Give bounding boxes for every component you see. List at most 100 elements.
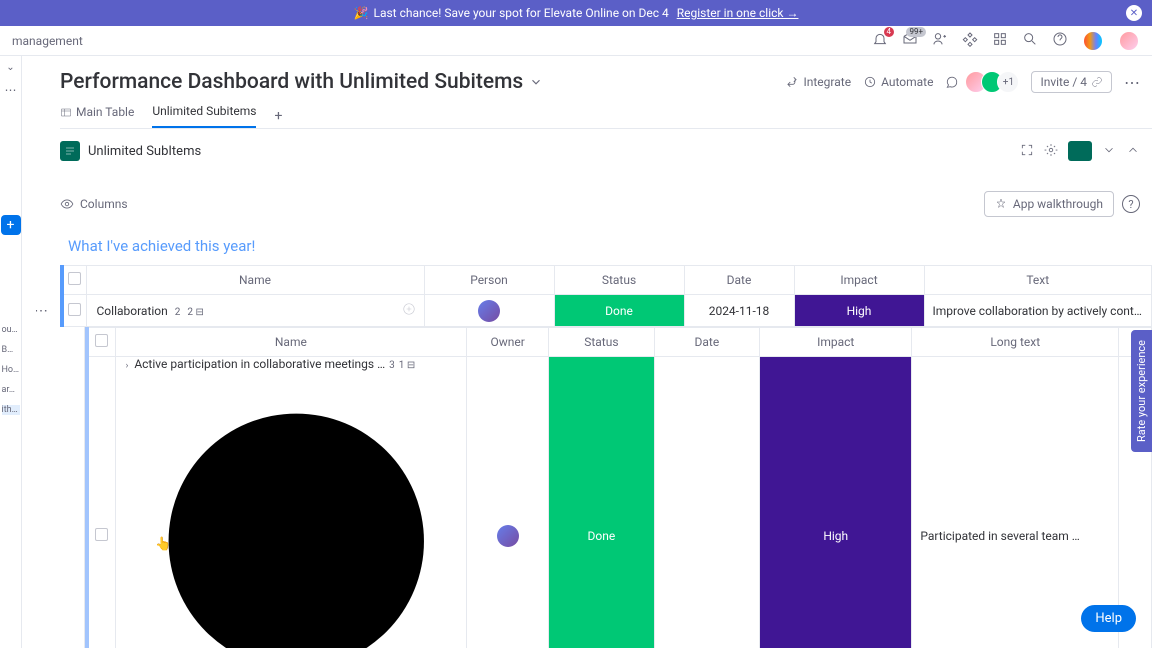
group-title[interactable]: What I've achieved this year!	[68, 237, 1152, 255]
rail-chevron-icon[interactable]: ⌄	[0, 62, 21, 73]
walkthrough-label: App walkthrough	[1013, 197, 1103, 211]
subcol-impact[interactable]: Impact	[760, 328, 912, 357]
user-avatar[interactable]	[1118, 30, 1140, 52]
sub-count: 3	[389, 360, 395, 371]
table-header-row: Name Person Status Date Impact Text	[62, 266, 1152, 295]
collapse-icon[interactable]	[1126, 142, 1140, 161]
marketplace-icon[interactable]	[992, 31, 1008, 50]
col-text[interactable]: Text	[924, 266, 1152, 295]
notifications-icon[interactable]: 4	[872, 31, 888, 50]
tab-add-button[interactable]: +	[274, 108, 282, 124]
integrate-label: Integrate	[803, 75, 851, 89]
banner-emoji: 🎉	[354, 6, 369, 20]
board-title[interactable]: Performance Dashboard with Unlimited Sub…	[60, 70, 543, 94]
row-more-icon[interactable]: ⋯	[36, 303, 48, 319]
rail-item[interactable]: ar…	[2, 385, 20, 395]
link-icon	[1091, 76, 1103, 88]
subcol-owner[interactable]: Owner	[467, 328, 549, 357]
conversation-icon[interactable]	[402, 302, 416, 319]
tab-label: Main Table	[76, 105, 134, 119]
subitem-name[interactable]: Active participation in collaborative me…	[134, 357, 385, 371]
checkbox[interactable]	[68, 303, 81, 316]
apps-icon[interactable]	[962, 31, 978, 50]
col-name[interactable]: Name	[86, 266, 424, 295]
subitem-count: 2	[175, 307, 181, 318]
banner-text: Last chance! Save your spot for Elevate …	[373, 6, 668, 20]
date-cell[interactable]	[654, 357, 759, 648]
avatar	[497, 525, 519, 547]
owner-cell[interactable]	[467, 357, 549, 648]
member-avatars[interactable]: +1	[971, 71, 1019, 93]
col-date[interactable]: Date	[684, 266, 794, 295]
checkbox[interactable]	[68, 272, 81, 285]
product-logo[interactable]	[1082, 30, 1104, 52]
person-cell[interactable]	[424, 295, 554, 327]
inbox-icon[interactable]: 99+	[902, 31, 918, 50]
automate-label: Automate	[881, 75, 933, 89]
date-cell[interactable]: 2024-11-18	[684, 295, 794, 327]
columns-button[interactable]: Columns	[60, 197, 128, 211]
inbox-badge: 99+	[906, 27, 926, 37]
fullscreen-icon[interactable]	[1020, 142, 1034, 161]
integrate-button[interactable]: Integrate	[785, 75, 851, 89]
settings-icon[interactable]	[1044, 142, 1058, 161]
impact-cell[interactable]: High	[794, 295, 924, 327]
tree-count: 2 ⊟	[187, 307, 203, 318]
rail-item[interactable]: Ho…	[2, 365, 20, 375]
tab-label: Unlimited Subitems	[152, 104, 256, 118]
impact-cell[interactable]: High	[760, 357, 912, 648]
board-title-text: Performance Dashboard with Unlimited Sub…	[60, 70, 523, 94]
board-more-icon[interactable]: ⋯	[1124, 73, 1140, 92]
banner-register-link[interactable]: Register in one click →	[677, 6, 799, 20]
subitem-row[interactable]: › Active participation in collaborative m…	[87, 357, 1152, 648]
feedback-tab[interactable]: Rate your experience	[1131, 330, 1152, 452]
text-cell[interactable]: Improve collaboration by actively contri…	[924, 295, 1152, 327]
col-person[interactable]: Person	[424, 266, 554, 295]
chevron-down-icon	[529, 75, 543, 89]
checkbox[interactable]	[95, 334, 108, 347]
widget-icon	[60, 141, 80, 161]
invite-label: Invite / 4	[1040, 75, 1087, 89]
table-row[interactable]: Collaboration 2 2 ⊟ Done 2024-11-18 High…	[62, 295, 1152, 327]
subcol-name[interactable]: Name	[115, 328, 467, 357]
rail-more-icon[interactable]: ⋯	[0, 83, 21, 97]
longtext-cell[interactable]: Participated in several team …	[912, 357, 1119, 648]
widget-title-text: Unlimited SubItems	[88, 144, 201, 159]
avatar	[478, 300, 500, 322]
item-name[interactable]: Collaboration	[97, 304, 168, 318]
subcol-longtext[interactable]: Long text	[912, 328, 1119, 357]
notif-badge: 4	[884, 27, 895, 37]
chevron-right-icon[interactable]: ›	[126, 361, 129, 371]
col-impact[interactable]: Impact	[794, 266, 924, 295]
banner-close-icon[interactable]: ✕	[1126, 5, 1142, 21]
rail-item[interactable]: B…	[2, 345, 20, 355]
help-button[interactable]: Help	[1081, 605, 1136, 632]
help-circle-icon[interactable]: ?	[1122, 195, 1140, 213]
columns-label: Columns	[80, 197, 128, 211]
workspace-name: management	[12, 34, 83, 48]
status-cell[interactable]: Done	[549, 357, 654, 648]
search-icon[interactable]	[1022, 31, 1038, 50]
topbar: management 4 99+	[0, 26, 1152, 56]
subcol-status[interactable]: Status	[549, 328, 654, 357]
invite-icon[interactable]	[932, 31, 948, 50]
rail-item[interactable]: ou…	[2, 325, 20, 335]
status-cell[interactable]: Done	[554, 295, 684, 327]
col-status[interactable]: Status	[554, 266, 684, 295]
invite-button[interactable]: Invite / 4	[1031, 71, 1112, 93]
rail-add-button[interactable]: +	[1, 215, 21, 235]
checkbox[interactable]	[95, 528, 108, 541]
rail-item[interactable]: ith…	[2, 405, 20, 415]
subcol-date[interactable]: Date	[654, 328, 759, 357]
walkthrough-button[interactable]: App walkthrough	[984, 191, 1114, 217]
discussion-icon[interactable]	[945, 75, 959, 89]
tab-main-table[interactable]: Main Table	[60, 105, 134, 127]
widget-view-select[interactable]	[1068, 141, 1092, 161]
sub-tree: 1 ⊟	[399, 360, 415, 371]
automate-button[interactable]: Automate	[863, 75, 933, 89]
help-icon[interactable]	[1052, 31, 1068, 50]
left-rail: ⌄ ⋯ + ou… B… Ho… ar… ith…	[0, 56, 22, 648]
chevron-down-icon[interactable]	[1102, 142, 1116, 161]
avatar-more: +1	[997, 71, 1019, 93]
tab-unlimited-subitems[interactable]: Unlimited Subitems	[152, 104, 256, 128]
